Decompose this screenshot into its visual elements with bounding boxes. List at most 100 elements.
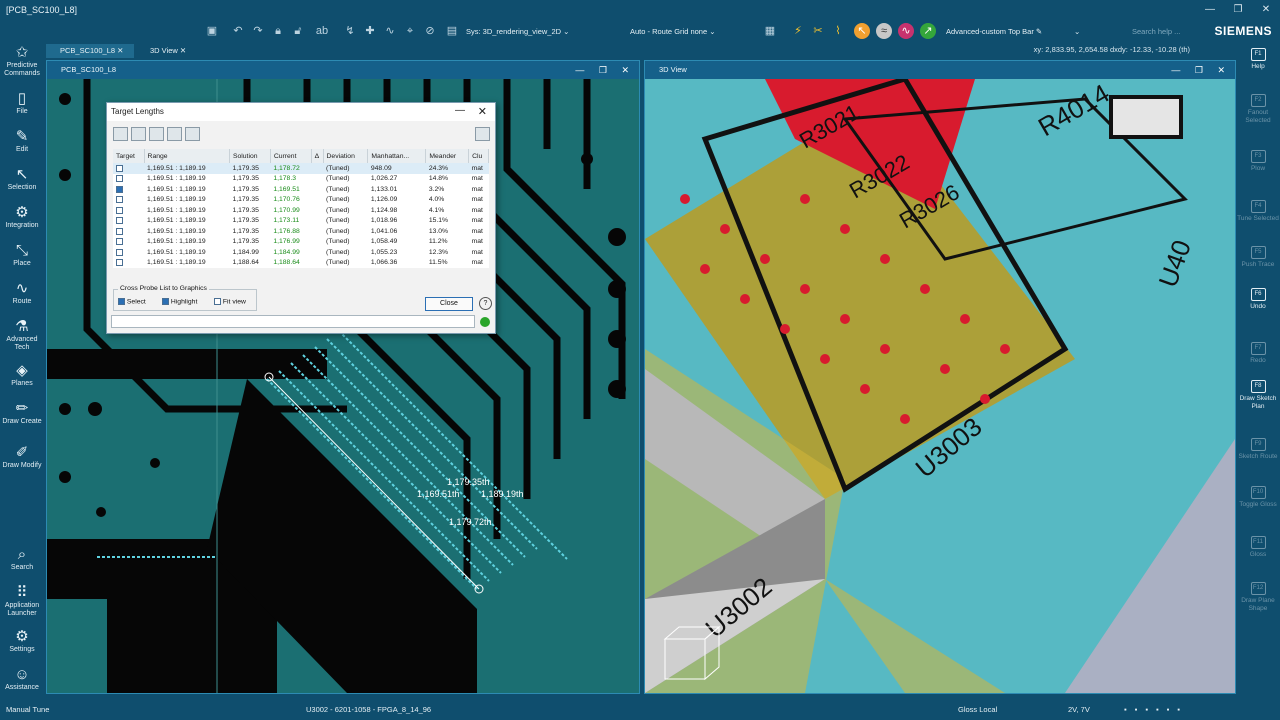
col-header[interactable]: Range xyxy=(144,149,230,163)
nav-predictive-commands[interactable]: ✩ Predictive Commands xyxy=(0,44,44,78)
undo-icon[interactable]: ↶ xyxy=(230,23,246,39)
col-header[interactable]: Clu xyxy=(468,149,489,163)
fkey-tune-selected[interactable]: F4 Tune Selected xyxy=(1236,200,1280,223)
sort-icon[interactable] xyxy=(131,127,146,141)
redo-icon[interactable]: ↷ xyxy=(250,23,266,39)
probe-tool-icon[interactable]: ⊘ xyxy=(422,23,438,39)
close-dialog-icon[interactable]: ✕ xyxy=(478,103,487,121)
grid-select[interactable]: Auto - Route Grid none ⌄ xyxy=(630,24,748,39)
table-row[interactable]: 1,169.51 : 1,189.19 1,179.35 1,173.11 (Tune… xyxy=(113,216,489,227)
table-row[interactable]: 1,169.51 : 1,189.19 1,184.99 1,184.99 (Tune… xyxy=(113,247,489,258)
nav-planes[interactable]: ◈ Planes xyxy=(0,362,44,388)
nav-file[interactable]: ▯ File xyxy=(0,90,44,116)
command-input[interactable] xyxy=(111,315,475,328)
col-header[interactable]: Current xyxy=(270,149,312,163)
row-checkbox[interactable] xyxy=(113,226,144,237)
table-row[interactable]: 1,169.51 : 1,189.19 1,179.35 1,178.72 (Tune… xyxy=(113,163,489,174)
nav-advanced-tech[interactable]: ⚗︎ Advanced Tech xyxy=(0,318,44,352)
close-button[interactable]: Close xyxy=(425,297,473,311)
nav-draw-modify[interactable]: ✐ Draw Modify xyxy=(0,444,44,470)
table-row[interactable]: 1,169.51 : 1,189.19 1,179.35 1,178.3 (Tuned… xyxy=(113,174,489,185)
panel-window-controls[interactable]: — ❐ ✕ xyxy=(1171,61,1231,79)
row-checkbox[interactable] xyxy=(113,216,144,227)
fkey-gloss[interactable]: F11 Gloss xyxy=(1236,536,1280,559)
report-icon[interactable]: ▦ xyxy=(762,23,778,39)
row-checkbox[interactable] xyxy=(113,163,144,174)
fkey-undo[interactable]: F6 Undo xyxy=(1236,288,1280,311)
measure-tool-icon[interactable]: ⌖ xyxy=(402,23,418,39)
tab-pcb[interactable]: PCB_SC100_L8 ✕ xyxy=(46,44,134,58)
row-checkbox[interactable] xyxy=(113,258,144,269)
col-header[interactable]: Solution xyxy=(229,149,271,163)
route-tool-icon[interactable]: ↯ xyxy=(342,23,358,39)
topbar-select[interactable]: Advanced-custom Top Bar ✎ xyxy=(946,24,1066,39)
col-header[interactable]: Meander xyxy=(425,149,470,163)
nav-search[interactable]: ⌕ Search xyxy=(0,546,44,572)
tab-3d-view[interactable]: 3D View ✕ xyxy=(136,44,200,58)
fit-view-checkbox[interactable]: Fit view xyxy=(214,298,246,305)
row-checkbox[interactable] xyxy=(113,184,144,195)
expand-all-icon[interactable] xyxy=(113,127,128,141)
nav-edit[interactable]: ✎ Edit xyxy=(0,128,44,154)
col-header[interactable]: Target xyxy=(113,149,145,163)
filter-icon[interactable] xyxy=(149,127,164,141)
refresh-icon[interactable] xyxy=(185,127,200,141)
row-checkbox[interactable] xyxy=(113,174,144,185)
minimize-button[interactable]: — xyxy=(1196,0,1224,20)
via-tool-icon[interactable]: ✚ xyxy=(362,23,378,39)
bolt-icon[interactable]: ⚡︎ xyxy=(790,23,806,39)
nav-settings[interactable]: ⚙︎ Settings xyxy=(0,628,44,654)
fkey-sketch-route[interactable]: F9 Sketch Route xyxy=(1236,438,1280,461)
highlight-checkbox[interactable]: Highlight xyxy=(162,298,197,305)
select-mode-icon[interactable]: ↖ xyxy=(854,23,870,39)
save-icon[interactable]: ▣ xyxy=(204,23,220,39)
lock-icon[interactable]: 🔒︎ xyxy=(270,23,286,39)
settings-icon[interactable] xyxy=(475,127,490,141)
view-select[interactable]: Sys: 3D_rendering_view_2D ⌄ xyxy=(466,24,616,39)
row-checkbox[interactable] xyxy=(113,237,144,248)
fkey-plow[interactable]: F3 Plow xyxy=(1236,150,1280,173)
fkey-toggle-gloss[interactable]: F10 Toggle Gloss xyxy=(1236,486,1280,509)
col-header[interactable]: Manhattan... xyxy=(367,149,427,163)
maximize-button[interactable]: ❐ xyxy=(1224,0,1252,20)
status-icons[interactable]: ▪▪▪▪▪▪ xyxy=(1124,700,1188,720)
nav-draw-create[interactable]: ✏︎ Draw Create xyxy=(0,400,44,426)
minimize-dialog-icon[interactable]: — xyxy=(455,103,465,119)
text-icon[interactable]: ab xyxy=(314,23,330,39)
row-checkbox[interactable] xyxy=(113,205,144,216)
row-checkbox[interactable] xyxy=(113,247,144,258)
close-icon[interactable]: ✕ xyxy=(117,46,123,55)
nav-assistance[interactable]: ☺︎ Assistance xyxy=(0,666,44,692)
nav-place[interactable]: ⤡ Place xyxy=(0,242,44,268)
unlock-icon[interactable]: 🔓︎ xyxy=(290,23,306,39)
nav-route[interactable]: ∿ Route xyxy=(0,280,44,306)
close-icon[interactable]: ✕ xyxy=(180,46,186,55)
nav-application-launcher[interactable]: ⠿ Application Launcher xyxy=(0,584,44,618)
col-header[interactable]: Deviation xyxy=(323,149,369,163)
tune-tool-icon[interactable]: ∿ xyxy=(382,23,398,39)
table-row[interactable]: 1,169.51 : 1,189.19 1,179.35 1,176.88 (Tune… xyxy=(113,226,489,237)
table-row[interactable]: 1,169.51 : 1,189.19 1,188.64 1,188.64 (Tune… xyxy=(113,258,489,269)
snap-icon[interactable]: ⌇ xyxy=(830,23,846,39)
fkey-draw-sketch-plan[interactable]: F8 Draw Sketch Plan xyxy=(1236,380,1280,410)
row-checkbox[interactable] xyxy=(113,195,144,206)
fkey-push-trace[interactable]: F5 Push Trace xyxy=(1236,246,1280,269)
help-icon[interactable]: ? xyxy=(479,297,492,310)
panel-window-controls[interactable]: — ❐ ✕ xyxy=(575,61,635,79)
nav-selection[interactable]: ↖ Selection xyxy=(0,166,44,192)
export-icon[interactable] xyxy=(167,127,182,141)
fkey-fanout-selected[interactable]: F2 Fanout Selected xyxy=(1236,94,1280,124)
table-row[interactable]: 1,169.51 : 1,189.19 1,179.35 1,176.99 (Tune… xyxy=(113,237,489,248)
cross-tool-icon[interactable]: ✂ xyxy=(810,23,826,39)
select-checkbox[interactable]: Select xyxy=(118,298,146,305)
3d-canvas[interactable]: R4014 U3003 U3002 U40 R3021 R3022 R3026 xyxy=(645,79,1235,693)
close-window-button[interactable]: ✕ xyxy=(1252,0,1280,20)
gloss-mode-icon[interactable]: ≈ xyxy=(876,23,892,39)
dropdown-chevron-icon[interactable]: ⌄ xyxy=(1074,24,1086,39)
fkey-redo[interactable]: F7 Redo xyxy=(1236,342,1280,365)
fkey-help[interactable]: F1 Help xyxy=(1236,48,1280,71)
table-row[interactable]: 1,169.51 : 1,189.19 1,179.35 1,169.51 (Tune… xyxy=(113,184,489,195)
fkey-draw-plane-shape[interactable]: F12 Draw Plane Shape xyxy=(1236,582,1280,612)
nav-integration[interactable]: ⚙︎ Integration xyxy=(0,204,44,230)
table-row[interactable]: 1,169.51 : 1,189.19 1,179.35 1,170.76 (Tune… xyxy=(113,195,489,206)
